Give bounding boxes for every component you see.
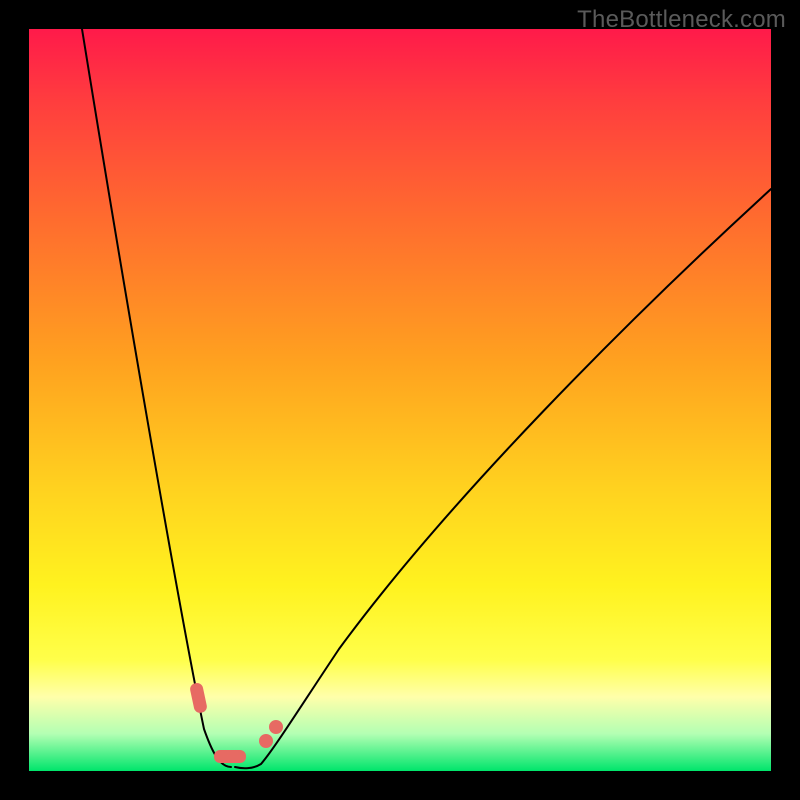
left-curve — [82, 29, 231, 767]
right-curve — [235, 189, 771, 768]
left-upper-marker — [190, 683, 207, 713]
curve-markers — [190, 683, 282, 762]
watermark-text: TheBottleneck.com — [577, 6, 786, 34]
right-upper-dot — [270, 721, 282, 733]
left-bottom-marker — [215, 751, 245, 762]
gradient-plot-area — [29, 29, 771, 771]
right-lower-dot — [260, 735, 272, 747]
chart-svg — [29, 29, 771, 771]
